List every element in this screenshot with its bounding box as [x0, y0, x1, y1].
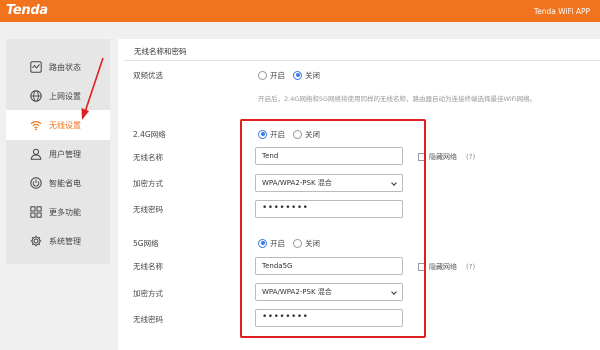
band-5g-password-label: 无线密码	[133, 315, 163, 324]
sidebar-item-label: 用户管理	[49, 150, 81, 159]
sidebar-item-more-features[interactable]: 更多功能	[6, 197, 110, 227]
dual-band-off-radio[interactable]	[293, 70, 302, 80]
sidebar-item-label: 智能省电	[49, 179, 81, 188]
dual-band-on-label[interactable]: 开启	[270, 70, 285, 81]
sidebar-nav: 路由状态 上网设置 无线设置 用户管理 智能省电 更多功能 系统管理	[6, 39, 110, 264]
section-divider	[124, 60, 600, 61]
band-5g-ssid-label: 无线名称	[133, 262, 163, 271]
band-24g-label: 2.4G网络	[133, 130, 166, 139]
band-24g-ssid-label: 无线名称	[133, 153, 163, 162]
sidebar-item-power-saving[interactable]: 智能省电	[6, 168, 110, 198]
sidebar-item-label: 无线设置	[49, 121, 81, 130]
sidebar-item-user-management[interactable]: 用户管理	[6, 139, 110, 169]
chart-icon	[30, 61, 42, 73]
wifi-app-link[interactable]: Tenda WiFi APP	[534, 7, 590, 16]
dual-band-off-label[interactable]: 关闭	[305, 70, 320, 81]
tenda-logo: Tenda	[6, 3, 48, 18]
power-icon	[30, 177, 42, 189]
band-5g-help-icon[interactable]: (?)	[466, 263, 475, 271]
band-24g-help-icon[interactable]: (?)	[466, 153, 475, 161]
dual-band-on-radio[interactable]	[258, 70, 267, 80]
band-5g-label: 5G网络	[133, 239, 159, 248]
band-5g-security-label: 加密方式	[133, 289, 163, 298]
band-5g-hide-label: 隐藏网络	[429, 263, 457, 271]
band-24g-password-label: 无线密码	[133, 205, 163, 214]
top-header-bar: Tenda Tenda WiFi APP	[0, 0, 600, 22]
annotation-highlight-box	[240, 119, 426, 338]
sidebar-item-wireless-settings[interactable]: 无线设置	[6, 110, 110, 140]
dual-band-radio-group: 开启 关闭	[258, 70, 328, 80]
wifi-icon	[30, 121, 42, 131]
band-24g-security-label: 加密方式	[133, 179, 163, 188]
user-icon	[30, 148, 42, 160]
section-title: 无线名称和密码	[134, 47, 187, 56]
sidebar-item-label: 路由状态	[49, 63, 81, 72]
gear-icon	[30, 235, 42, 247]
dual-band-label: 双频优选	[133, 71, 163, 80]
sidebar-item-internet-settings[interactable]: 上网设置	[6, 81, 110, 111]
sidebar-item-label: 系统管理	[49, 237, 81, 246]
globe-icon	[30, 90, 42, 102]
sidebar-item-label: 更多功能	[49, 208, 81, 217]
band-24g-hide-label: 隐藏网络	[429, 153, 457, 161]
grid-icon	[30, 206, 42, 218]
dual-band-hint: 开启后，2.4G网络和5G网络将使用同样的无线名称，路由器自动为连接终端选择最佳…	[258, 95, 537, 103]
sidebar-item-label: 上网设置	[49, 92, 81, 101]
sidebar-item-router-status[interactable]: 路由状态	[6, 52, 110, 82]
band-24g-hide-network: 隐藏网络 (?)	[418, 152, 475, 162]
band-5g-hide-network: 隐藏网络 (?)	[418, 262, 475, 272]
sidebar-item-system-management[interactable]: 系统管理	[6, 226, 110, 256]
